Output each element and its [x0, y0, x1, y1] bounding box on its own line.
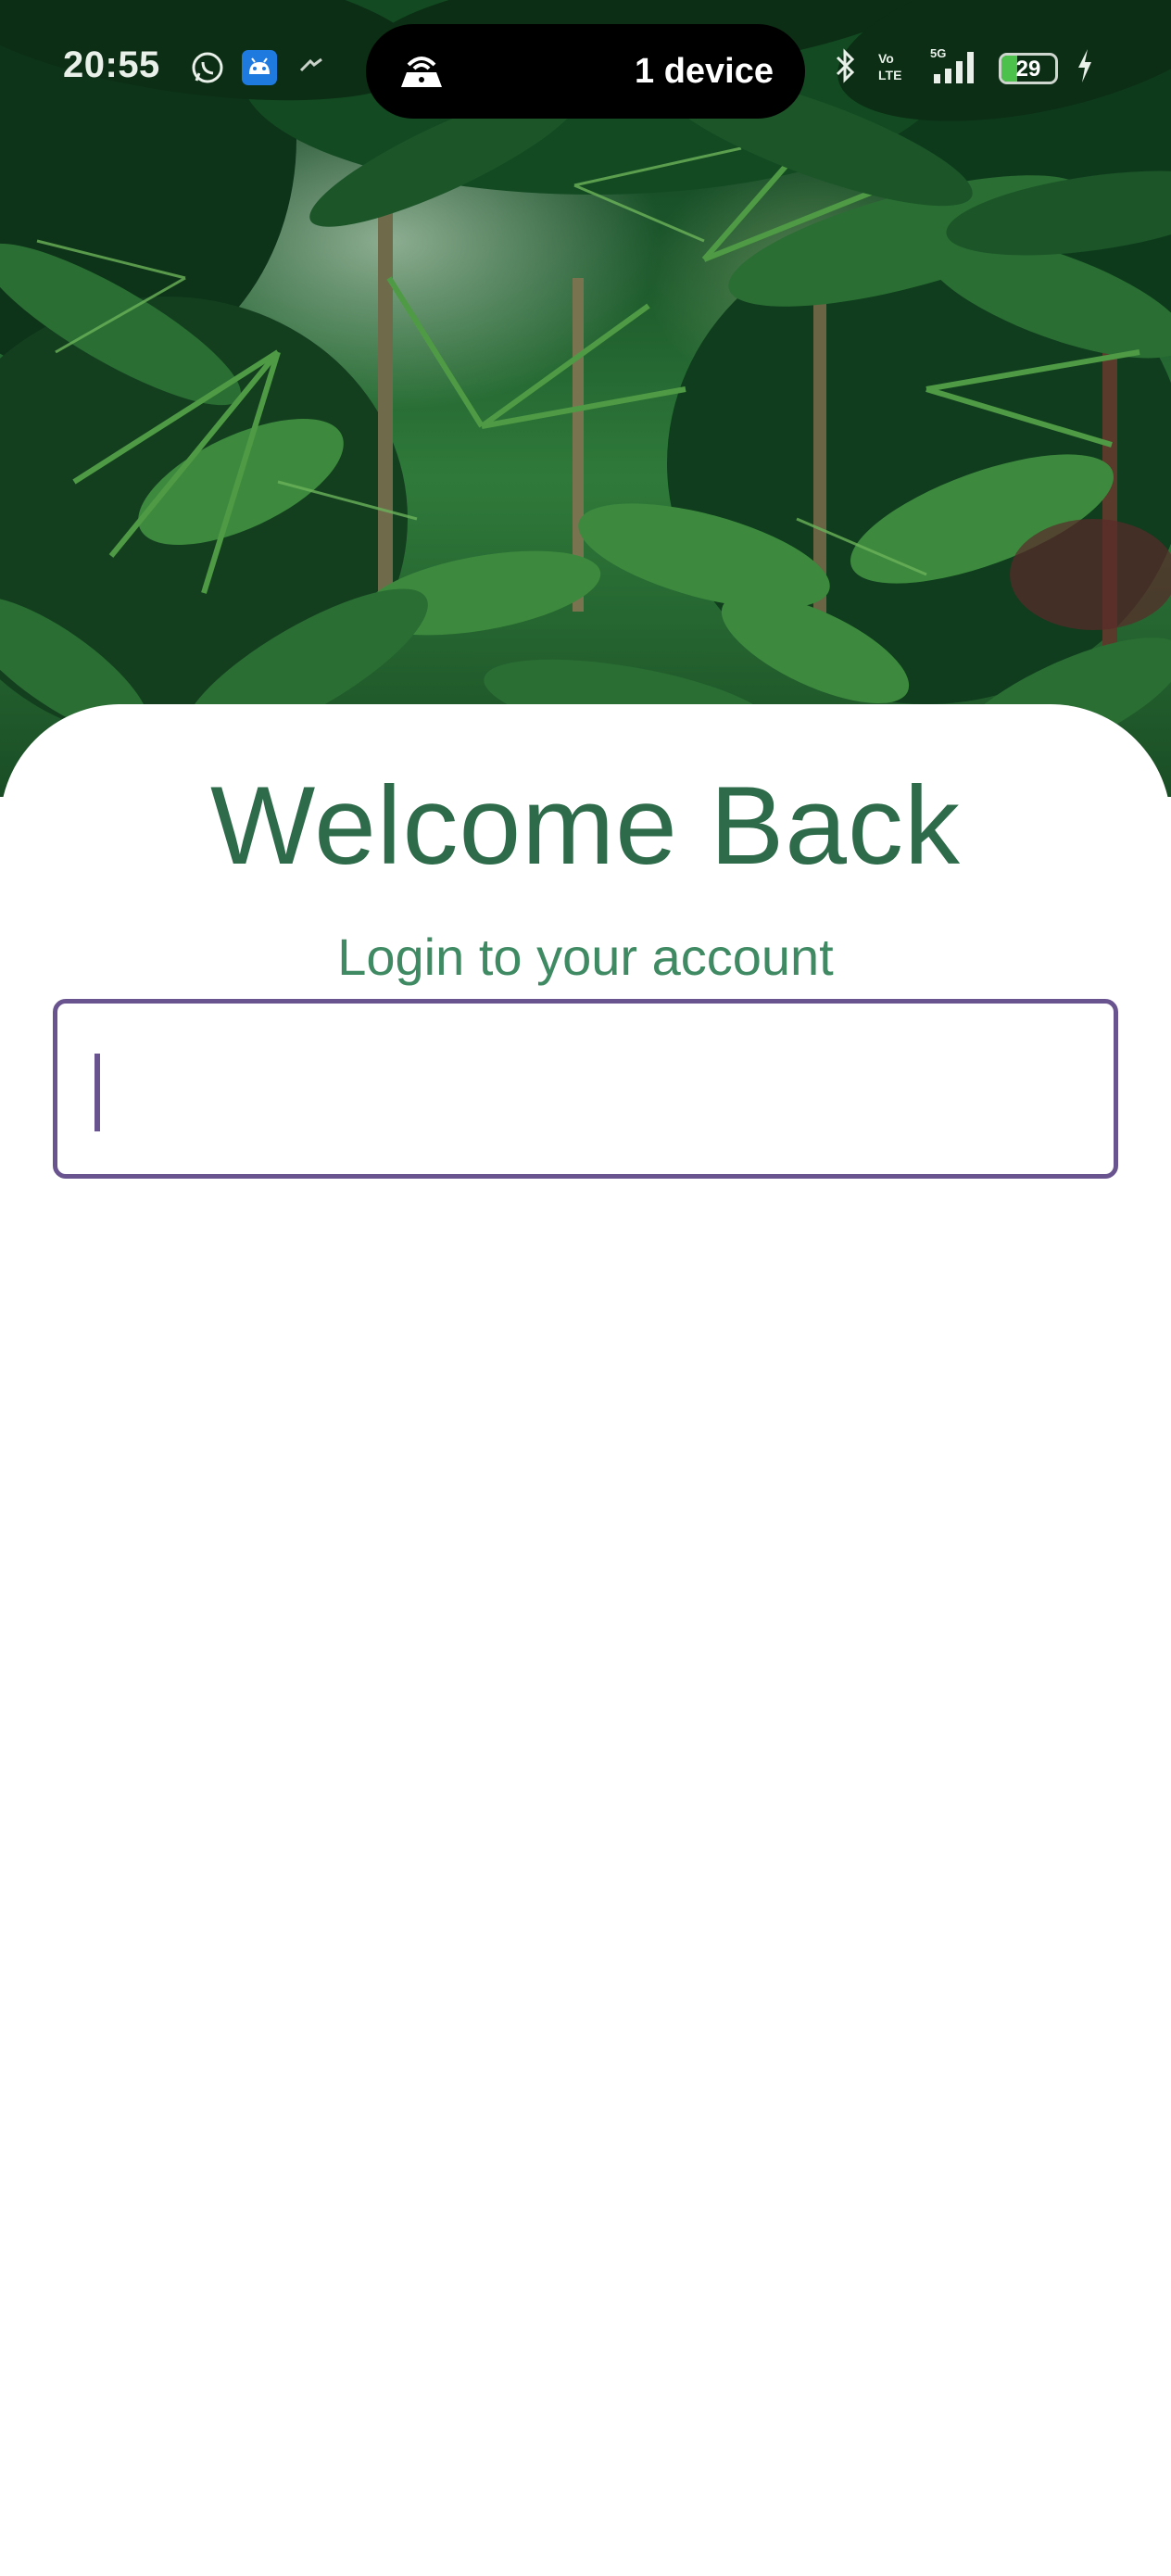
charging-icon: [1075, 47, 1095, 89]
sync-icon: [294, 50, 329, 85]
svg-text:Vo: Vo: [878, 51, 894, 66]
welcome-title: Welcome Back: [209, 764, 962, 888]
text-caret: [94, 1054, 100, 1131]
svg-text:5G: 5G: [930, 46, 946, 60]
hotspot-device-count: 1 device: [635, 52, 774, 91]
login-input[interactable]: [57, 1004, 1114, 1174]
status-time: 20:55: [63, 44, 160, 85]
whatsapp-icon: [190, 50, 225, 85]
notification-icons: [190, 50, 329, 85]
status-bar: 20:55 1 device Vo LTE 5G 29: [0, 0, 1171, 139]
bluetooth-icon: [834, 47, 858, 89]
system-status-icons: Vo LTE 5G 29: [834, 46, 1095, 90]
login-subtitle: Login to your account: [337, 928, 834, 986]
hotspot-icon: [396, 46, 447, 95]
login-input-box[interactable]: [53, 999, 1118, 1179]
battery-level: 29: [1015, 56, 1041, 82]
5g-signal-icon: 5G: [928, 46, 982, 90]
login-card: Welcome Back Login to your account: [0, 704, 1171, 2576]
volte-icon: Vo LTE: [875, 47, 912, 89]
android-app-icon: [242, 50, 277, 85]
svg-text:LTE: LTE: [878, 68, 901, 82]
battery-indicator: 29: [999, 52, 1058, 84]
hotspot-pill[interactable]: 1 device: [366, 24, 805, 119]
